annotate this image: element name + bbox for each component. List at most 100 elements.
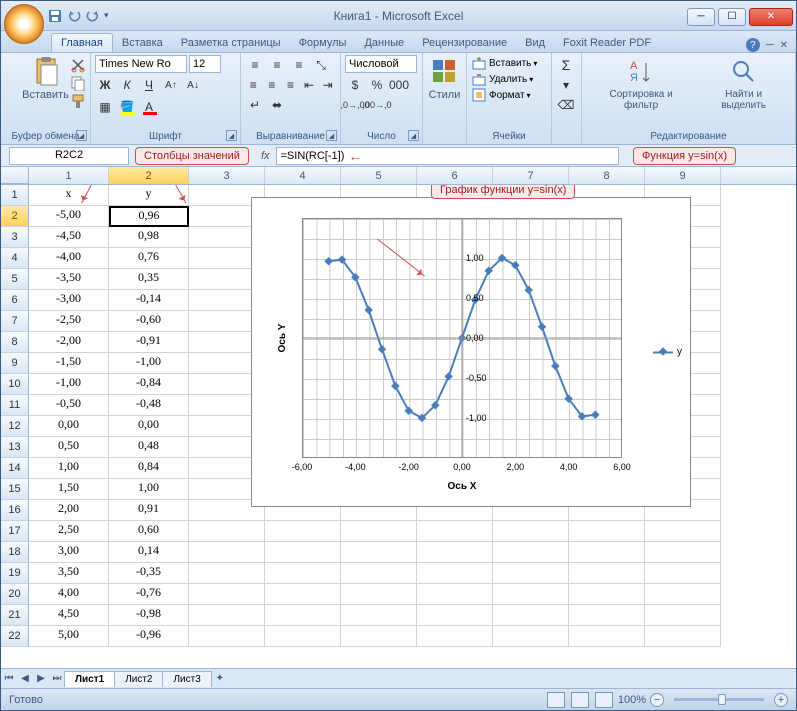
orientation-icon[interactable]: ⤡ <box>311 55 331 75</box>
sheet-nav-next[interactable]: ▶ <box>33 671 49 687</box>
align-center-icon[interactable]: ≡ <box>264 75 281 95</box>
rowhdr[interactable]: 21 <box>1 605 29 626</box>
cell[interactable] <box>341 563 417 584</box>
tab-view[interactable]: Вид <box>516 34 554 52</box>
formula-bar[interactable]: =SIN(RC[-1]) ← <box>276 147 619 165</box>
wrap-text-icon[interactable]: ↵ <box>245 95 265 115</box>
cell[interactable]: -0,98 <box>109 605 189 626</box>
view-pagebreak-icon[interactable] <box>595 692 613 708</box>
font-color-icon[interactable]: A <box>139 97 159 117</box>
cell[interactable]: -0,50 <box>29 395 109 416</box>
colhdr-7[interactable]: 7 <box>493 167 569 184</box>
cell[interactable]: 5,00 <box>29 626 109 647</box>
align-mid-icon[interactable]: ≡ <box>267 55 287 75</box>
cell[interactable] <box>417 542 493 563</box>
minimize-button[interactable]: ─ <box>687 8 715 26</box>
cell[interactable]: 4,50 <box>29 605 109 626</box>
italic-button[interactable]: К <box>117 75 137 95</box>
rowhdr[interactable]: 1 <box>1 185 29 206</box>
rowhdr[interactable]: 22 <box>1 626 29 647</box>
grid-area[interactable]: 1xy2-5,000,963-4,500,984-4,000,765-3,500… <box>1 185 796 668</box>
cell[interactable] <box>417 605 493 626</box>
sheet-tab-1[interactable]: Лист1 <box>64 671 115 687</box>
number-launcher[interactable]: ◢ <box>408 130 419 141</box>
sheet-nav-first[interactable]: ⏮ <box>1 671 17 687</box>
cell[interactable] <box>265 563 341 584</box>
colhdr-9[interactable]: 9 <box>645 167 721 184</box>
clear-icon[interactable]: ⌫ <box>556 95 576 115</box>
cell[interactable]: 2,00 <box>29 500 109 521</box>
cell[interactable]: 0,35 <box>109 269 189 290</box>
shrink-font-icon[interactable]: A↓ <box>183 75 203 95</box>
sheet-tab-2[interactable]: Лист2 <box>114 671 163 687</box>
cell[interactable] <box>189 542 265 563</box>
font-size-combo[interactable]: 12 <box>189 55 221 73</box>
qat-more-icon[interactable]: ▾ <box>104 10 109 21</box>
number-format-combo[interactable]: Числовой <box>345 55 417 73</box>
tab-review[interactable]: Рецензирование <box>413 34 516 52</box>
chart-object[interactable]: Ось Y Ось X -6,00-4,00-2,000,002,004,006… <box>251 197 691 507</box>
cell[interactable] <box>645 584 721 605</box>
cell[interactable] <box>569 626 645 647</box>
name-box[interactable]: R2C2 <box>9 147 129 165</box>
help-icon[interactable]: ? <box>746 38 760 52</box>
cell[interactable] <box>645 626 721 647</box>
align-launcher[interactable]: ◢ <box>326 130 337 141</box>
cell[interactable]: -3,00 <box>29 290 109 311</box>
cell[interactable] <box>341 521 417 542</box>
cell[interactable]: -1,50 <box>29 353 109 374</box>
cell[interactable] <box>493 584 569 605</box>
cell[interactable]: x <box>29 185 109 206</box>
zoom-level[interactable]: 100% <box>618 694 646 706</box>
colhdr-2[interactable]: 2 <box>109 167 189 184</box>
zoom-in-button[interactable]: + <box>774 693 788 707</box>
cell[interactable]: 0,76 <box>109 248 189 269</box>
save-icon[interactable] <box>47 8 63 24</box>
zoom-slider[interactable] <box>674 698 764 701</box>
cell[interactable] <box>645 542 721 563</box>
cell[interactable] <box>493 605 569 626</box>
rowhdr[interactable]: 9 <box>1 353 29 374</box>
format-cells-button[interactable]: Формат <box>489 90 525 101</box>
rowhdr[interactable]: 17 <box>1 521 29 542</box>
format-painter-icon[interactable] <box>70 93 86 109</box>
underline-button[interactable]: Ч <box>139 75 159 95</box>
sheet-nav-prev[interactable]: ◀ <box>17 671 33 687</box>
zoom-out-button[interactable]: − <box>650 693 664 707</box>
cell[interactable] <box>493 521 569 542</box>
fill-icon[interactable]: ▾ <box>556 75 576 95</box>
cell[interactable] <box>265 605 341 626</box>
cell[interactable] <box>265 584 341 605</box>
tab-formulas[interactable]: Формулы <box>290 34 356 52</box>
cell[interactable] <box>569 521 645 542</box>
redo-icon[interactable] <box>85 8 101 24</box>
font-launcher[interactable]: ◢ <box>226 130 237 141</box>
align-right-icon[interactable]: ≡ <box>282 75 299 95</box>
autosum-icon[interactable]: Σ <box>556 55 576 75</box>
currency-icon[interactable]: $ <box>345 75 365 95</box>
cell[interactable] <box>189 563 265 584</box>
rowhdr[interactable]: 5 <box>1 269 29 290</box>
rowhdr[interactable]: 16 <box>1 500 29 521</box>
rowhdr[interactable]: 7 <box>1 311 29 332</box>
cell[interactable]: -0,14 <box>109 290 189 311</box>
tab-insert[interactable]: Вставка <box>113 34 172 52</box>
tab-home[interactable]: Главная <box>51 33 113 52</box>
rowhdr[interactable]: 3 <box>1 227 29 248</box>
rowhdr[interactable]: 6 <box>1 290 29 311</box>
copy-icon[interactable] <box>70 75 86 91</box>
cell[interactable]: 0,96 <box>109 206 189 227</box>
rowhdr[interactable]: 14 <box>1 458 29 479</box>
cell[interactable]: -0,35 <box>109 563 189 584</box>
close-button[interactable]: ✕ <box>749 8 793 26</box>
cell[interactable] <box>493 542 569 563</box>
cell[interactable] <box>341 605 417 626</box>
cell[interactable] <box>189 521 265 542</box>
cell[interactable]: -0,60 <box>109 311 189 332</box>
undo-icon[interactable] <box>66 8 82 24</box>
colhdr-8[interactable]: 8 <box>569 167 645 184</box>
indent-inc-icon[interactable]: ⇥ <box>319 75 336 95</box>
cell[interactable]: -2,00 <box>29 332 109 353</box>
view-normal-icon[interactable] <box>547 692 565 708</box>
maximize-button[interactable]: ☐ <box>718 8 746 26</box>
